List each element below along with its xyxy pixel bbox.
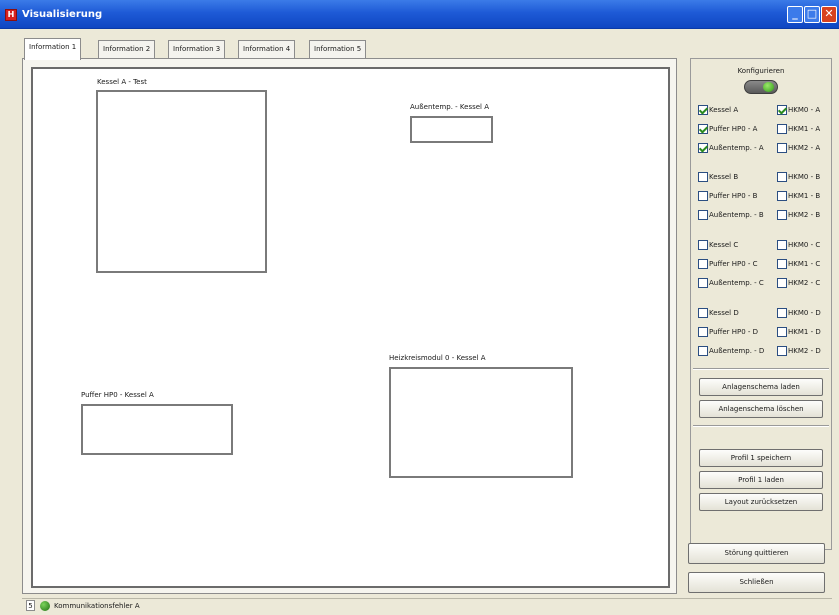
checkbox-hkm2-b[interactable]: HKM2 - B bbox=[777, 209, 820, 221]
minimize-icon[interactable]: _ bbox=[787, 6, 803, 23]
tab-information-4[interactable]: Information 4 bbox=[238, 40, 296, 58]
checkbox-hkm2-d[interactable]: HKM2 - D bbox=[777, 345, 821, 357]
close-icon[interactable]: ✕ bbox=[821, 6, 837, 23]
tab-information-1[interactable]: Information 1 bbox=[24, 38, 82, 60]
widget-aussentemp[interactable] bbox=[410, 116, 493, 143]
load-scheme-button[interactable]: Anlagenschema laden bbox=[699, 378, 823, 396]
checkbox-icon bbox=[698, 143, 708, 153]
checkbox-icon bbox=[698, 308, 708, 318]
widget-kessel-a[interactable] bbox=[96, 90, 267, 273]
checkbox-aussentemp-a[interactable]: Außentemp. - A bbox=[698, 142, 764, 154]
checkbox-icon bbox=[698, 191, 708, 201]
checkbox-icon bbox=[777, 210, 787, 220]
checkbox-icon bbox=[777, 278, 787, 288]
checkbox-icon bbox=[777, 308, 787, 318]
checkbox-icon bbox=[777, 105, 787, 115]
checkbox-icon bbox=[698, 278, 708, 288]
delete-scheme-button[interactable]: Anlagenschema löschen bbox=[699, 400, 823, 418]
checkbox-hkm1-a[interactable]: HKM1 - A bbox=[777, 123, 820, 135]
widget-heizkreismodul[interactable] bbox=[389, 367, 573, 478]
reset-layout-button[interactable]: Layout zurücksetzen bbox=[699, 493, 823, 511]
checkbox-puffer-hp0-b[interactable]: Puffer HP0 - B bbox=[698, 190, 757, 202]
load-profile-button[interactable]: Profil 1 laden bbox=[699, 471, 823, 489]
tab-information-2[interactable]: Information 2 bbox=[98, 40, 156, 58]
checkbox-hkm2-c[interactable]: HKM2 - C bbox=[777, 277, 820, 289]
checkbox-icon bbox=[698, 124, 708, 134]
status-led-icon bbox=[40, 601, 50, 611]
checkbox-icon bbox=[698, 346, 708, 356]
checkbox-aussentemp-c[interactable]: Außentemp. - C bbox=[698, 277, 764, 289]
checkbox-hkm1-d[interactable]: HKM1 - D bbox=[777, 326, 821, 338]
window-title: Visualisierung bbox=[22, 9, 103, 20]
save-profile-button[interactable]: Profil 1 speichern bbox=[699, 449, 823, 467]
tab-page-information-1: Kessel A - Test Außentemp. - Kessel A He… bbox=[22, 58, 677, 594]
tab-information-3[interactable]: Information 3 bbox=[168, 40, 226, 58]
checkbox-puffer-hp0-d[interactable]: Puffer HP0 - D bbox=[698, 326, 758, 338]
widget-puffer-hp0[interactable] bbox=[81, 404, 233, 455]
checkbox-icon bbox=[698, 240, 708, 250]
status-bar: 5 Kommunikationsfehler A bbox=[22, 598, 832, 612]
checkbox-hkm0-b[interactable]: HKM0 - B bbox=[777, 171, 820, 183]
checkbox-icon bbox=[777, 346, 787, 356]
checkbox-icon bbox=[777, 259, 787, 269]
checkbox-icon bbox=[698, 172, 708, 182]
checkbox-icon bbox=[777, 240, 787, 250]
checkbox-icon bbox=[698, 327, 708, 337]
app-icon: H bbox=[5, 9, 17, 21]
toggle-knob-icon bbox=[763, 82, 774, 92]
checkbox-aussentemp-d[interactable]: Außentemp. - D bbox=[698, 345, 764, 357]
status-id: 5 bbox=[26, 600, 35, 611]
widget-label-aussentemp: Außentemp. - Kessel A bbox=[410, 103, 489, 111]
checkbox-icon bbox=[698, 210, 708, 220]
tab-information-5[interactable]: Information 5 bbox=[309, 40, 367, 58]
maximize-icon[interactable]: □ bbox=[804, 6, 820, 23]
title-bar: H Visualisierung _ □ ✕ bbox=[0, 0, 839, 29]
config-toggle[interactable] bbox=[744, 80, 778, 94]
close-button[interactable]: Schließen bbox=[688, 572, 825, 593]
checkbox-icon bbox=[777, 124, 787, 134]
checkbox-icon bbox=[698, 105, 708, 115]
layout-canvas: Kessel A - Test Außentemp. - Kessel A He… bbox=[31, 67, 670, 588]
checkbox-icon bbox=[777, 143, 787, 153]
widget-label-heizkreismodul: Heizkreismodul 0 - Kessel A bbox=[389, 354, 486, 362]
checkbox-kessel-a[interactable]: Kessel A bbox=[698, 104, 738, 116]
checkbox-hkm0-a[interactable]: HKM0 - A bbox=[777, 104, 820, 116]
config-title: Konfigurieren bbox=[737, 67, 785, 75]
checkbox-puffer-hp0-a[interactable]: Puffer HP0 - A bbox=[698, 123, 757, 135]
checkbox-icon bbox=[777, 172, 787, 182]
config-panel: Konfigurieren Kessel A HKM0 - A Puffer H… bbox=[690, 58, 832, 550]
widget-label-puffer-hp0: Puffer HP0 - Kessel A bbox=[81, 391, 154, 399]
checkbox-hkm0-c[interactable]: HKM0 - C bbox=[777, 239, 820, 251]
checkbox-hkm1-b[interactable]: HKM1 - B bbox=[777, 190, 820, 202]
checkbox-kessel-d[interactable]: Kessel D bbox=[698, 307, 739, 319]
checkbox-aussentemp-b[interactable]: Außentemp. - B bbox=[698, 209, 764, 221]
widget-label-kessel-a: Kessel A - Test bbox=[97, 78, 147, 86]
acknowledge-fault-button[interactable]: Störung quittieren bbox=[688, 543, 825, 564]
checkbox-hkm1-c[interactable]: HKM1 - C bbox=[777, 258, 820, 270]
checkbox-icon bbox=[777, 191, 787, 201]
panel-divider bbox=[693, 368, 829, 370]
checkbox-icon bbox=[698, 259, 708, 269]
status-text: Kommunikationsfehler A bbox=[54, 602, 140, 610]
checkbox-hkm2-a[interactable]: HKM2 - A bbox=[777, 142, 820, 154]
panel-divider bbox=[693, 425, 829, 427]
window-client-area: Information 1 Information 2 Information … bbox=[0, 29, 839, 615]
checkbox-kessel-c[interactable]: Kessel C bbox=[698, 239, 738, 251]
checkbox-kessel-b[interactable]: Kessel B bbox=[698, 171, 738, 183]
checkbox-puffer-hp0-c[interactable]: Puffer HP0 - C bbox=[698, 258, 758, 270]
checkbox-icon bbox=[777, 327, 787, 337]
checkbox-hkm0-d[interactable]: HKM0 - D bbox=[777, 307, 821, 319]
